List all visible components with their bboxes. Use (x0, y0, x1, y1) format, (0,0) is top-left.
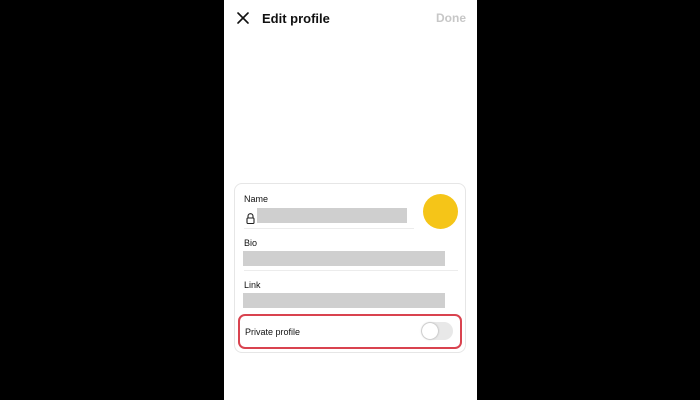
bio-field[interactable] (243, 251, 445, 266)
private-profile-row[interactable]: Private profile (238, 314, 462, 349)
private-profile-toggle[interactable] (421, 322, 453, 340)
divider (244, 228, 414, 229)
link-field[interactable] (243, 293, 445, 308)
done-button[interactable]: Done (436, 11, 466, 25)
profile-card: Name Bio Link Private profile (234, 183, 466, 353)
avatar[interactable] (423, 194, 458, 229)
divider (244, 270, 458, 271)
close-icon[interactable] (236, 11, 250, 25)
bio-label: Bio (244, 238, 258, 248)
toggle-knob (422, 323, 438, 339)
name-field[interactable] (257, 208, 407, 223)
page-title: Edit profile (262, 11, 330, 26)
private-profile-label: Private profile (245, 327, 301, 337)
top-bar: Edit profile Done (224, 0, 477, 38)
name-label: Name (244, 194, 269, 204)
app-screen: Edit profile Done Name Bio Link Private … (224, 0, 477, 400)
link-label: Link (244, 280, 261, 290)
lock-icon (246, 211, 255, 225)
